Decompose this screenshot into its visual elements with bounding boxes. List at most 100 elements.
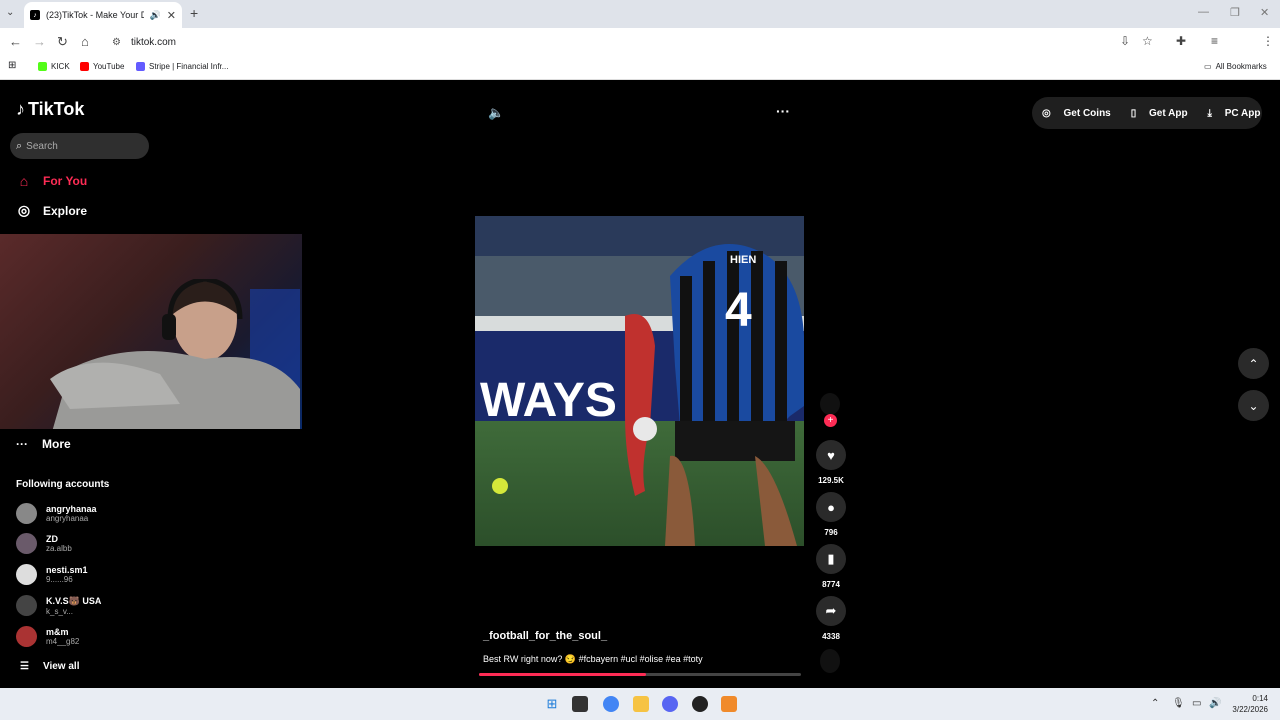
windows-taskbar: ⊞ ⌃ 🎙 ▭ 🔊 0:14 3/22/2026 [0,688,1280,720]
bookmark-kick[interactable]: KICK [38,62,70,71]
comment-button[interactable]: ● [816,492,846,522]
sound-avatar[interactable] [820,649,840,673]
extensions-icon[interactable]: ✚ [1176,34,1186,48]
media-control-icon[interactable]: ≡ [1211,34,1218,48]
volume-icon[interactable]: 🔈 [488,105,504,121]
phone-icon: ▯ [1130,107,1140,119]
video-progress[interactable] [479,673,801,676]
view-all-label: View all [42,661,80,672]
progress-fill [479,673,647,676]
reload-icon[interactable]: ↻ [57,34,68,50]
restore-icon[interactable]: ❐ [1230,6,1240,19]
get-app-label: Get App [1149,107,1188,119]
url-text: tiktok.com [130,36,176,48]
avatar [16,533,37,554]
bookmark-stripe[interactable]: Stripe | Financial Infr... [136,62,228,71]
task-view-icon[interactable] [572,696,588,712]
search-placeholder: Search [26,140,58,152]
forward-icon[interactable]: → [33,34,46,49]
new-tab-button[interactable]: + [190,5,198,21]
creator-avatar[interactable] [820,393,840,415]
network-icon[interactable]: ▭ [1192,698,1201,709]
tab-audio-icon[interactable]: 🔊 [150,10,161,21]
video-more-icon[interactable]: ··· [776,103,790,119]
next-video-button[interactable]: ⌄ [1238,390,1269,421]
bookmark-label: KICK [51,62,70,71]
previous-video-button[interactable]: ⌃ [1238,348,1269,379]
video-player[interactable]: WAYS HIEN 4 [475,216,804,546]
file-explorer-icon[interactable] [633,696,649,712]
system-clock[interactable]: 0:14 3/22/2026 [1226,693,1268,715]
following-account[interactable]: angryhanaa angryhanaa [16,503,97,524]
save-button[interactable]: ▮ [816,544,846,574]
nav-more[interactable]: ··· More [16,437,71,451]
account-name: nesti.sm1 [46,565,88,575]
install-app-icon[interactable]: ⇩ [1120,34,1130,48]
bookmark-label: Stripe | Financial Infr... [149,62,229,71]
minimize-icon[interactable]: — [1198,6,1209,18]
tab-close-icon[interactable]: ✕ [167,9,176,22]
url-bar[interactable]: ⚙ tiktok.com [104,31,1164,53]
like-button[interactable]: ♥ [816,440,846,470]
stripe-icon [136,62,145,71]
speaker-icon[interactable]: 🔊 [1209,698,1221,709]
site-info-icon[interactable]: ⚙ [112,37,121,48]
bookmarks-bar: ⊞ KICK YouTube Stripe | Financial Infr..… [0,56,1280,80]
windows-start-icon[interactable]: ⊞ [544,696,560,712]
discord-icon[interactable] [662,696,678,712]
pc-app-label: PC App [1224,107,1261,119]
browser-menu-icon[interactable]: ⋮ [1262,34,1274,48]
microphone-icon[interactable]: 🎙 [1172,698,1185,709]
pc-app-button[interactable]: ⤓ PC App [1208,108,1271,119]
nav-explore[interactable]: ◎ Explore [16,202,87,219]
address-toolbar: ← → ↻ ⌂ ⚙ tiktok.com ⇩ ☆ ✚ ≡ ⋮ [0,28,1280,76]
obs-icon[interactable] [692,696,708,712]
clock-date: 3/22/2026 [1232,705,1268,714]
apps-grid-icon[interactable]: ⊞ [8,60,16,71]
follow-plus-icon[interactable]: + [824,414,837,427]
avatar [16,564,37,585]
search-icon: ⌕ [16,139,23,152]
following-accounts-heading: Following accounts [16,479,110,490]
home-icon: ⌂ [19,173,29,189]
home-icon[interactable]: ⌂ [81,34,89,49]
following-account[interactable]: K.V.S🐻 USA k_s_v... [16,595,101,616]
view-all-link[interactable]: ☰ View all [20,661,79,672]
youtube-icon [80,62,89,71]
account-name: angryhanaa [46,504,97,514]
jersey-name: HIEN [730,254,756,266]
bookmark-youtube[interactable]: YouTube [80,62,124,71]
app-icon[interactable] [721,696,737,712]
search-input[interactable]: ⌕ Search [10,133,149,159]
following-account[interactable]: m&m m4__g82 [16,626,79,647]
tiktok-logo[interactable]: ♪ TikTok [16,99,84,120]
bookmark-icon: ▮ [827,551,835,566]
webcam-overlay [0,234,302,429]
chrome-icon[interactable] [603,696,619,712]
get-coins-button[interactable]: ◎ Get Coins [1042,108,1121,119]
board-text: WAYS [480,374,617,427]
tab-search-icon[interactable]: ⌄ [6,7,14,18]
get-coins-label: Get Coins [1063,107,1111,119]
following-account[interactable]: ZD za.albb [16,533,72,554]
share-button[interactable]: ➦ [816,596,846,626]
tab-tiktok[interactable]: ♪ (23)TikTok - Make Your Day 🔊 ✕ [24,2,182,28]
video-author[interactable]: _football_for_the_soul_ [483,630,607,642]
browser-tab-bar: ⌄ ♪ (23)TikTok - Make Your Day 🔊 ✕ + — ❐… [0,0,1280,28]
nav-for-you[interactable]: ⌂ For You [16,173,87,189]
comment-count: 796 [824,528,838,537]
tiktok-favicon-icon: ♪ [30,10,40,20]
bookmark-star-icon[interactable]: ☆ [1142,34,1153,48]
tray-overflow-icon[interactable]: ⌃ [1151,698,1159,709]
like-count: 129.5K [818,476,844,485]
window-close-icon[interactable]: ✕ [1260,6,1269,19]
account-handle: za.albb [46,544,72,553]
get-app-button[interactable]: ▯ Get App [1131,108,1198,119]
back-icon[interactable]: ← [9,34,22,49]
account-handle: 9......96 [46,575,73,584]
nav-label: Explore [43,203,88,218]
all-bookmarks[interactable]: ▭ All Bookmarks [1204,62,1267,71]
heart-icon: ♥ [827,447,835,463]
following-account[interactable]: nesti.sm1 9......96 [16,564,88,585]
avatar [16,595,37,616]
